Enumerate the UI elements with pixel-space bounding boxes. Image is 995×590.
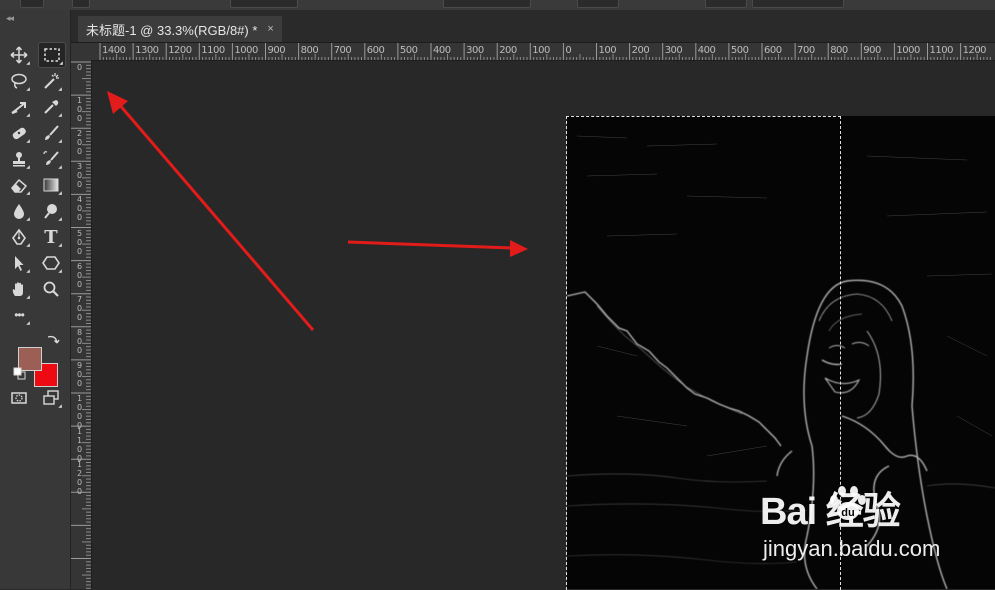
ruler-tick-label: 200: [631, 45, 650, 56]
lasso-tool-icon[interactable]: [6, 69, 32, 93]
ruler-tick-label: 100: [77, 96, 83, 124]
tools-panel: ◂◂ T •••: [0, 10, 71, 589]
marquee-tool-icon[interactable]: [38, 42, 66, 68]
history-brush-tool-icon[interactable]: [38, 147, 64, 171]
horizontal-ruler[interactable]: 1400 1300 1200 1100 1000 900 800 700 600 500 400 30…: [92, 43, 995, 61]
ruler-tick-label: 1000: [234, 45, 258, 56]
ruler-tick-label: 1100: [929, 45, 954, 56]
ruler-tick-label: 1100: [77, 427, 83, 464]
text-tool-glyph: T: [44, 226, 58, 248]
width-field[interactable]: [577, 0, 619, 8]
ruler-origin[interactable]: [71, 43, 93, 61]
default-colors-icon[interactable]: [12, 366, 28, 382]
ruler-tick-label: 900: [267, 45, 286, 56]
ruler-tick-label: 1000: [77, 394, 83, 430]
zoom-tool-icon[interactable]: [38, 277, 64, 301]
ruler-tick-label: 400: [697, 45, 716, 56]
svg-text:du: du: [841, 507, 854, 519]
path-selection-tool-icon[interactable]: [6, 251, 32, 275]
ruler-tick-label: 800: [77, 327, 83, 355]
paw-print-icon: du: [830, 486, 866, 520]
ruler-tick-label: 200: [77, 129, 83, 157]
pen-tool-icon[interactable]: [6, 225, 32, 249]
ruler-tick-label: 700: [77, 294, 83, 322]
more-tools-icon[interactable]: •••: [6, 303, 32, 327]
healing-brush-tool-icon[interactable]: [6, 121, 32, 145]
ruler-tick-label: 500: [399, 45, 418, 56]
ruler-tick-label: 500: [77, 228, 83, 256]
document-tab-title: 未标题-1 @ 33.3%(RGB/8#) *: [86, 22, 258, 38]
brush-tool-icon[interactable]: [38, 121, 64, 145]
ruler-tick-label: 0: [77, 63, 83, 72]
gradient-tool-icon[interactable]: [38, 173, 64, 197]
ruler-tick-label: 800: [300, 45, 319, 56]
ruler-tick-label: 700: [333, 45, 352, 56]
shape-tool-icon[interactable]: [38, 251, 64, 275]
vertical-ruler[interactable]: 0 100 200 300 400 500 600 700 800 900 100011001200: [71, 60, 92, 589]
screen-mode-icon[interactable]: [38, 386, 64, 410]
ruler-tick-label: 400: [77, 195, 83, 223]
ruler-tick-label: 600: [77, 261, 83, 289]
ruler-tick-label: 100: [532, 45, 550, 56]
ruler-tick-label: 600: [764, 45, 782, 56]
ruler-tick-label: 200: [499, 45, 517, 56]
ruler-tick-label: 700: [797, 45, 815, 56]
ruler-tick-label: 300: [466, 45, 484, 56]
eraser-tool-icon[interactable]: [6, 173, 32, 197]
feather-field[interactable]: [230, 0, 298, 8]
ruler-tick-label: 800: [830, 45, 848, 56]
collapse-panel-icon[interactable]: ◂◂: [6, 13, 14, 24]
ruler-tick-label: 400: [433, 45, 451, 56]
eyedropper-tool-icon[interactable]: [38, 95, 64, 119]
ruler-tick-label: 300: [77, 162, 83, 190]
watermark-url: jingyan.baidu.com: [763, 536, 941, 561]
document-tab-bar: 未标题-1 @ 33.3%(RGB/8#) * ×: [71, 10, 995, 43]
blur-tool-icon[interactable]: [6, 199, 32, 223]
select-and-mask-button[interactable]: [752, 0, 844, 8]
ruler-tick-label: 900: [77, 360, 83, 388]
more-tools-glyph: •••: [14, 308, 25, 322]
ruler-tick-label: 300: [664, 45, 683, 56]
ruler-tick-label: 1100: [201, 45, 225, 56]
tool-preset-picker[interactable]: [20, 0, 44, 8]
baidu-jingyan-watermark: Bai 经验 du jingyan.baidu.com: [760, 480, 980, 575]
magic-wand-tool-icon[interactable]: [38, 69, 64, 93]
style-select[interactable]: [443, 0, 531, 8]
ruler-tick-label: 900: [863, 45, 881, 56]
swap-colors-icon[interactable]: [44, 331, 62, 349]
ruler-tick-label: 1000: [896, 45, 920, 56]
clone-stamp-tool-icon[interactable]: [6, 147, 32, 171]
crop-tool-icon[interactable]: [6, 95, 32, 119]
ruler-tick-label: 1200: [962, 45, 987, 56]
ruler-tick-label: 1200: [77, 460, 83, 497]
ruler-tick-label: 100: [598, 45, 617, 56]
ruler-tick-label: 1300: [135, 45, 159, 56]
move-tool-icon[interactable]: [6, 43, 32, 67]
document-tab[interactable]: 未标题-1 @ 33.3%(RGB/8#) * ×: [78, 16, 282, 42]
dodge-tool-icon[interactable]: [38, 199, 64, 223]
text-tool-icon[interactable]: T: [38, 225, 64, 249]
quick-mask-icon[interactable]: [6, 386, 32, 410]
ruler-tick-label: 500: [730, 45, 749, 56]
ruler-tick-label: 1200: [168, 45, 192, 56]
hand-tool-icon[interactable]: [6, 277, 32, 301]
height-field[interactable]: [705, 0, 747, 8]
ruler-tick-label: 1400: [102, 45, 126, 56]
ruler-tick-label: 0: [565, 45, 572, 56]
close-tab-icon[interactable]: ×: [267, 23, 273, 35]
ruler-tick-label: 600: [366, 45, 385, 56]
new-selection-mode[interactable]: [72, 0, 90, 8]
